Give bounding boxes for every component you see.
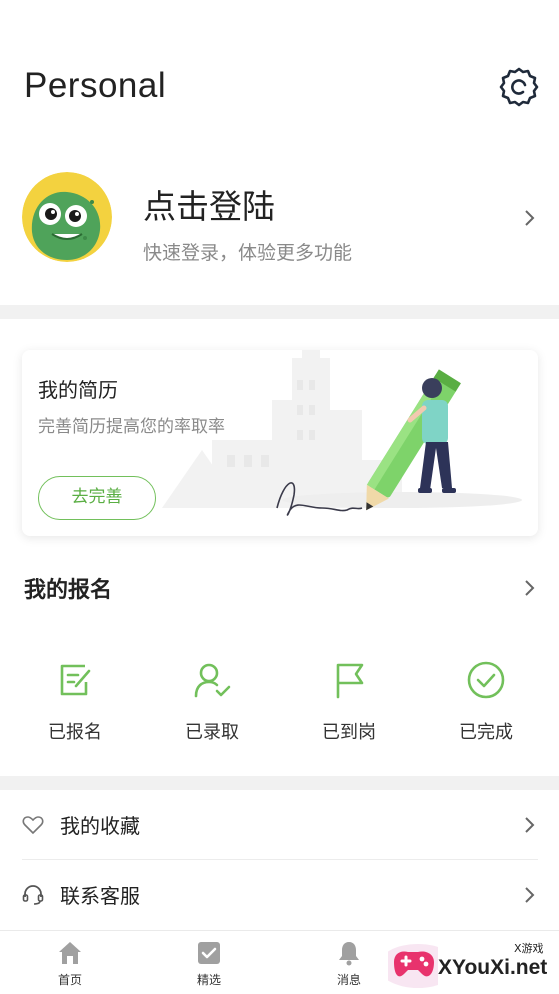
menu-label: 我的收藏 bbox=[60, 814, 140, 838]
tab-messages[interactable]: 消息 bbox=[309, 939, 389, 988]
tab-home[interactable]: 首页 bbox=[30, 939, 110, 988]
resume-subtitle: 完善简历提高您的率取率 bbox=[38, 417, 225, 437]
avatar[interactable] bbox=[22, 172, 112, 262]
section-separator bbox=[0, 776, 559, 790]
status-registered[interactable]: 已报名 bbox=[15, 652, 135, 743]
watermark: X游戏 XYouXi.net bbox=[388, 934, 559, 994]
menu-item-customer-service[interactable]: 联系客服 bbox=[0, 860, 559, 930]
section-separator bbox=[0, 305, 559, 319]
status-label: 已完成 bbox=[459, 722, 513, 743]
resume-title: 我的简历 bbox=[38, 378, 118, 402]
edit-form-icon bbox=[60, 664, 91, 696]
status-label: 已录取 bbox=[185, 722, 239, 743]
header: Personal bbox=[0, 0, 559, 150]
chevron-right-icon bbox=[525, 817, 535, 833]
home-icon bbox=[59, 942, 81, 964]
menu-label: 联系客服 bbox=[60, 884, 140, 908]
watermark-sub: X游戏 bbox=[514, 942, 544, 955]
user-check-icon bbox=[194, 663, 231, 698]
registration-title[interactable]: 我的报名 bbox=[24, 572, 112, 604]
featured-icon bbox=[198, 942, 220, 964]
tab-label: 消息 bbox=[336, 973, 361, 987]
menu-item-favorites[interactable]: 我的收藏 bbox=[0, 790, 559, 860]
status-completed[interactable]: 已完成 bbox=[426, 652, 546, 743]
settings-icon[interactable] bbox=[498, 66, 540, 108]
gamepad-logo-icon bbox=[388, 944, 438, 988]
status-admitted[interactable]: 已录取 bbox=[152, 652, 272, 743]
resume-card[interactable]: 我的简历 完善简历提高您的率取率 去完善 bbox=[22, 350, 538, 536]
headset-icon bbox=[22, 885, 44, 905]
complete-resume-button[interactable]: 去完善 bbox=[38, 476, 156, 520]
watermark-brand: XYouXi.net bbox=[438, 956, 548, 979]
tab-label: 精选 bbox=[196, 973, 221, 987]
chevron-right-icon bbox=[525, 887, 535, 903]
bell-icon bbox=[339, 942, 359, 966]
check-circle-icon bbox=[467, 661, 505, 699]
status-label: 已报名 bbox=[48, 722, 102, 743]
heart-icon bbox=[22, 816, 44, 835]
tab-label: 首页 bbox=[57, 973, 82, 987]
login-row[interactable]: 点击登陆 快速登录，体验更多功能 bbox=[0, 160, 559, 300]
chevron-right-icon[interactable] bbox=[520, 208, 538, 228]
status-label: 已到岗 bbox=[322, 722, 376, 743]
flag-icon bbox=[336, 663, 364, 699]
chevron-right-icon[interactable] bbox=[520, 578, 538, 598]
status-onboarded[interactable]: 已到岗 bbox=[289, 652, 409, 743]
page-title: Personal bbox=[24, 66, 167, 105]
tab-featured[interactable]: 精选 bbox=[169, 939, 249, 988]
login-title[interactable]: 点击登陆 bbox=[143, 180, 275, 228]
login-subtitle: 快速登录，体验更多功能 bbox=[143, 242, 353, 264]
